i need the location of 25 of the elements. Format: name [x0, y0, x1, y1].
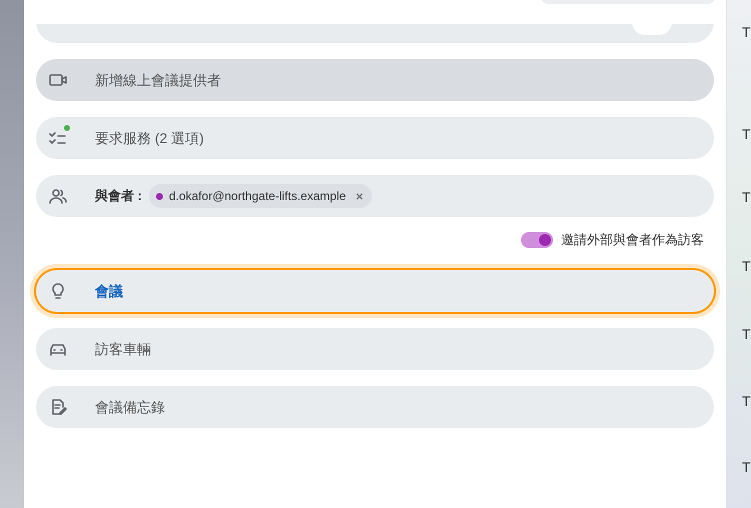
cut-off-text: T — [742, 392, 751, 411]
chip-text: d.okafor@northgate-lifts.example — [168, 188, 346, 205]
form-row[interactable]: 會議備忘錄 — [36, 386, 714, 428]
close-icon[interactable] — [354, 192, 364, 200]
cut-off-text: T — [742, 458, 751, 477]
people-icon — [48, 186, 68, 206]
row-label: 訪客車輛 — [95, 340, 151, 358]
cut-off-text: T — [742, 257, 751, 276]
cut-off-text: T — [742, 23, 751, 42]
row-label: 新增線上會議提供者 — [95, 70, 221, 90]
form-row[interactable]: 訪客車輛 — [36, 328, 714, 370]
row-label: 會議 — [95, 282, 123, 300]
form-row[interactable]: 會議 — [36, 270, 714, 312]
toggle-label: 邀請外部與會者作為訪客 — [561, 231, 704, 250]
row-label: 與會者 : — [95, 187, 142, 206]
form-row[interactable]: 新增線上會議提供者 — [36, 59, 714, 101]
row-label: 會議備忘錄 — [95, 398, 165, 416]
cut-off-text: T — [742, 125, 751, 144]
cut-off-text: T — [742, 325, 751, 344]
row-label: 要求服務 (2 選項) — [95, 128, 204, 148]
toggle-switch[interactable] — [521, 232, 553, 248]
form-row[interactable]: 要求服務 (2 選項) — [36, 117, 714, 159]
attendee-chip[interactable]: d.okafor@northgate-lifts.example — [148, 184, 372, 208]
cut-off-text: T — [742, 188, 751, 207]
attendees-field[interactable]: 與會者 : d.okafor@northgate-lifts.example — [36, 175, 714, 217]
